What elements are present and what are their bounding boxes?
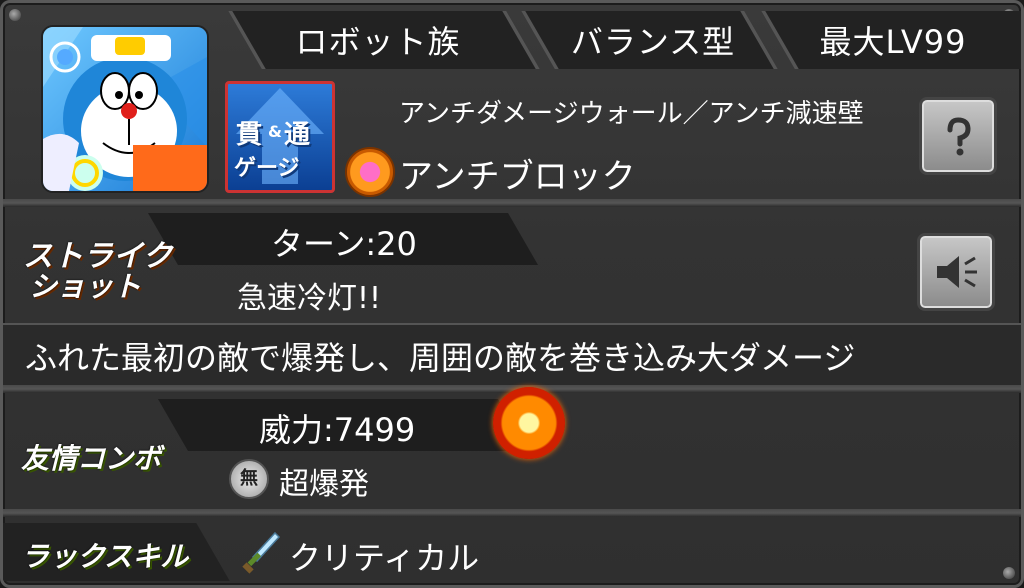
- anti-block-icon: [345, 147, 395, 197]
- main-ability-text: アンチブロック: [399, 157, 636, 197]
- max-level-label: 最大LV99: [819, 23, 967, 61]
- bolt-icon: [9, 9, 21, 21]
- monster-info-panel: ロボット族 バランス型 最大LV99 貫 & 通 ゲージ アンチダメージウォール…: [0, 0, 1024, 588]
- voice-button[interactable]: [917, 233, 995, 311]
- friendship-combo-label: 友情コンボ: [21, 442, 162, 475]
- luck-skill-name: クリティカル: [289, 539, 480, 577]
- help-button[interactable]: [919, 97, 997, 175]
- friendship-combo-name: 超爆発: [279, 467, 369, 502]
- strike-shot-label-line2: ショット: [29, 270, 142, 303]
- doraemon-portrait-icon: [43, 27, 207, 191]
- gauge-badge-line2: 通: [284, 120, 311, 150]
- bolt-icon: [1003, 567, 1015, 579]
- strike-shot-name: 急速冷灯!!: [237, 281, 382, 316]
- divider: [3, 509, 1021, 517]
- type-label: バランス型: [570, 23, 736, 61]
- non-attribute-badge: 無: [229, 459, 269, 499]
- divider: [3, 199, 1021, 207]
- gauge-badge-line1: 貫: [236, 120, 263, 150]
- gauge-badge-line3: ゲージ: [234, 156, 300, 181]
- character-portrait[interactable]: [41, 25, 209, 193]
- sword-icon: [242, 531, 281, 574]
- friendship-combo-power: 威力:7499: [259, 411, 416, 449]
- gauge-badge-amp: &: [268, 122, 282, 141]
- strike-shot-turns: ターン:20: [271, 225, 417, 263]
- luck-skill-label: ラックスキル: [21, 540, 189, 573]
- strike-shot-description: ふれた最初の敵で爆発し、周囲の敵を巻き込み大ダメージ: [25, 339, 856, 377]
- gauge-ability-text: アンチダメージウォール／アンチ減速壁: [399, 99, 864, 129]
- tribe-label: ロボット族: [295, 23, 461, 61]
- explosion-icon: [493, 387, 565, 459]
- help-icon: [947, 117, 971, 156]
- penetration-gauge-badge: 貫 & 通 ゲージ: [225, 81, 335, 193]
- speaker-icon: [937, 256, 977, 288]
